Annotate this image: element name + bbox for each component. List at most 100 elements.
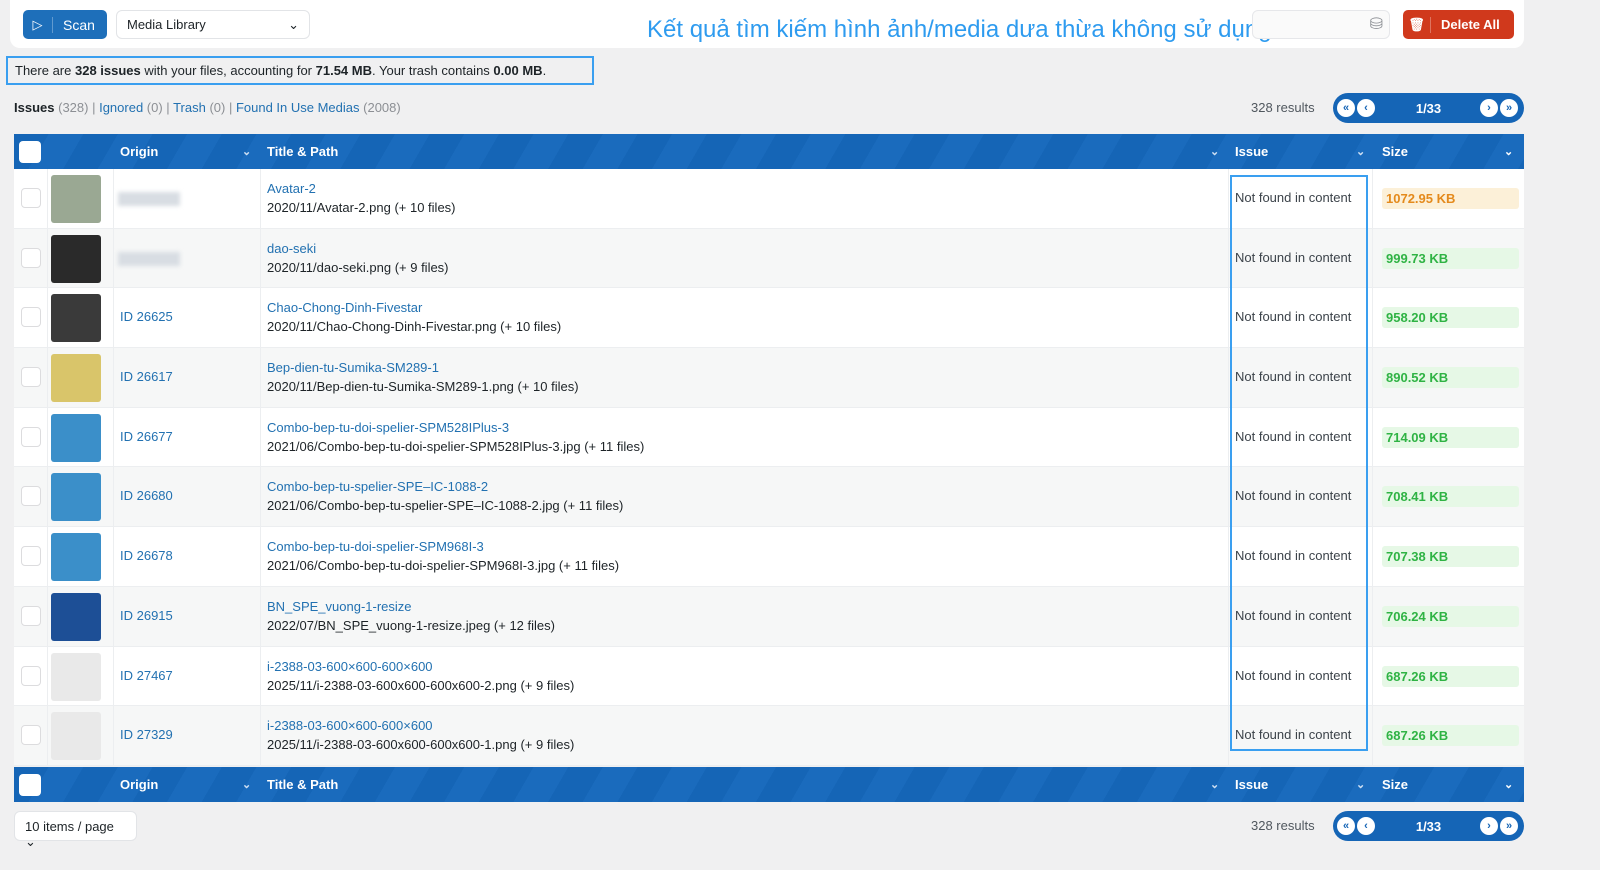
first-page-icon[interactable]: «: [1337, 99, 1355, 117]
media-title-link[interactable]: Combo-bep-tu-doi-spelier-SPM968I-3: [267, 539, 484, 554]
media-title-link[interactable]: Combo-bep-tu-spelier-SPE–IC-1088-2: [267, 479, 488, 494]
media-title-link[interactable]: i-2388-03-600×600-600×600: [267, 659, 433, 674]
tab-ignored[interactable]: Ignored: [99, 100, 143, 115]
prev-page-icon[interactable]: ‹: [1357, 817, 1375, 835]
first-page-icon[interactable]: «: [1337, 817, 1355, 835]
row-checkbox[interactable]: [21, 247, 41, 268]
scan-button[interactable]: ▷ Scan: [23, 10, 107, 39]
size-badge: 687.26 KB: [1382, 725, 1519, 747]
media-thumbnail[interactable]: [51, 294, 101, 343]
chevron-down-icon[interactable]: ⌄: [242, 145, 251, 158]
size-badge: 687.26 KB: [1382, 665, 1519, 687]
origin-link[interactable]: ID 26677: [120, 429, 173, 444]
chevron-down-icon: ⌄: [288, 16, 299, 32]
filter-tabs: Issues (328) | Ignored (0) | Trash (0) |…: [14, 100, 401, 115]
last-page-icon[interactable]: »: [1500, 817, 1518, 835]
chevron-down-icon[interactable]: ⌄: [1356, 145, 1365, 158]
media-path: 2020/11/Chao-Chong-Dinh-Fivestar.png (+ …: [267, 319, 562, 335]
search-input[interactable]: ⛁: [1252, 10, 1390, 39]
origin-link[interactable]: ID 26915: [120, 608, 173, 623]
column-title[interactable]: Title & Path: [267, 144, 338, 159]
column-size[interactable]: Size: [1382, 777, 1408, 792]
row-checkbox[interactable]: [21, 426, 41, 447]
results-count: 328 results: [1251, 100, 1315, 115]
media-thumbnail[interactable]: [51, 413, 101, 462]
tab-trash[interactable]: Trash: [173, 100, 206, 115]
select-all-checkbox[interactable]: [19, 773, 41, 796]
chevron-down-icon[interactable]: ⌄: [1210, 145, 1219, 158]
origin-link[interactable]: ID 26678: [120, 548, 173, 563]
origin-link[interactable]: ID 26617: [120, 369, 173, 384]
media-title-link[interactable]: Chao-Chong-Dinh-Fivestar: [267, 300, 422, 315]
size-badge: 890.52 KB: [1382, 367, 1519, 389]
chevron-down-icon[interactable]: ⌄: [242, 778, 251, 791]
row-checkbox[interactable]: [21, 367, 41, 388]
play-icon: ▷: [23, 16, 53, 33]
delete-all-button[interactable]: 🗑 Delete All: [1403, 10, 1514, 39]
media-path: 2021/06/Combo-bep-tu-doi-spelier-SPM968I…: [267, 558, 620, 574]
size-badge: 707.38 KB: [1382, 546, 1519, 568]
column-origin[interactable]: Origin: [120, 144, 158, 159]
size-badge: 714.09 KB: [1382, 426, 1519, 448]
media-thumbnail[interactable]: [51, 175, 101, 223]
tab-found-in-use[interactable]: Found In Use Medias: [236, 100, 360, 115]
media-thumbnail[interactable]: [51, 533, 101, 582]
size-badge: 706.24 KB: [1382, 605, 1519, 627]
column-size[interactable]: Size: [1382, 144, 1408, 159]
media-title-link[interactable]: BN_SPE_vuong-1-resize: [267, 599, 412, 614]
row-checkbox[interactable]: [21, 188, 41, 208]
media-thumbnail[interactable]: [51, 652, 101, 701]
size-badge: 999.73 KB: [1382, 247, 1519, 269]
row-checkbox[interactable]: [21, 486, 41, 507]
media-title-link[interactable]: i-2388-03-600×600-600×600: [267, 718, 433, 733]
media-title-link[interactable]: dao-seki: [267, 241, 316, 256]
column-issue[interactable]: Issue: [1235, 777, 1268, 792]
media-thumbnail[interactable]: [51, 354, 101, 403]
source-select[interactable]: Media Library ⌄: [116, 10, 310, 39]
column-issue[interactable]: Issue: [1235, 144, 1268, 159]
origin-blurred: [118, 192, 180, 206]
row-checkbox[interactable]: [21, 546, 41, 567]
origin-link[interactable]: ID 27329: [120, 727, 173, 742]
tab-issues[interactable]: Issues: [14, 100, 54, 115]
table-footer: Origin ⌄ Title & Path ⌄ Issue ⌄ Size ⌄: [14, 767, 1524, 802]
issue-column-highlight: [1230, 175, 1368, 751]
chevron-down-icon[interactable]: ⌄: [1504, 145, 1513, 158]
row-checkbox[interactable]: [21, 665, 41, 686]
chevron-down-icon[interactable]: ⌄: [1210, 778, 1219, 791]
trash-icon: 🗑: [1403, 16, 1431, 33]
row-checkbox[interactable]: [21, 605, 41, 626]
column-title[interactable]: Title & Path: [267, 777, 338, 792]
origin-link[interactable]: ID 26680: [120, 488, 173, 503]
items-per-page-select[interactable]: 10 items / page ⌄: [14, 811, 137, 849]
column-origin[interactable]: Origin: [120, 777, 158, 792]
annotation-text: Kết quả tìm kiếm hình ảnh/media dưa thừa…: [647, 16, 1272, 43]
media-thumbnail[interactable]: [51, 592, 101, 641]
select-all-checkbox[interactable]: [19, 140, 41, 163]
media-thumbnail[interactable]: [51, 712, 101, 761]
origin-link[interactable]: ID 27467: [120, 668, 173, 683]
last-page-icon[interactable]: »: [1500, 99, 1518, 117]
media-title-link[interactable]: Combo-bep-tu-doi-spelier-SPM528IPlus-3: [267, 420, 509, 435]
origin-blurred: [118, 251, 180, 266]
next-page-icon[interactable]: ›: [1480, 99, 1498, 117]
media-title-link[interactable]: Bep-dien-tu-Sumika-SM289-1: [267, 360, 439, 375]
row-checkbox[interactable]: [21, 307, 41, 328]
size-badge: 1072.95 KB: [1382, 188, 1519, 209]
row-checkbox[interactable]: [21, 725, 41, 746]
prev-page-icon[interactable]: ‹: [1357, 99, 1375, 117]
next-page-icon[interactable]: ›: [1480, 817, 1498, 835]
chevron-down-icon[interactable]: ⌄: [1356, 778, 1365, 791]
chevron-down-icon[interactable]: ⌄: [1504, 778, 1513, 791]
media-title-link[interactable]: Avatar-2: [267, 181, 316, 196]
media-thumbnail[interactable]: [51, 473, 101, 522]
media-path: 2021/06/Combo-bep-tu-doi-spelier-SPM528I…: [267, 438, 645, 454]
media-path: 2020/11/Avatar-2.png (+ 10 files): [267, 200, 456, 215]
media-thumbnail[interactable]: [51, 234, 101, 283]
issues-summary: There are 328 issues with your files, ac…: [6, 56, 594, 85]
page-indicator: 1/33: [1415, 818, 1442, 834]
results-count: 328 results: [1251, 818, 1315, 833]
media-path: 2020/11/dao-seki.png (+ 9 files): [267, 259, 449, 275]
table-header: Origin ⌄ Title & Path ⌄ Issue ⌄ Size ⌄: [14, 134, 1524, 169]
origin-link[interactable]: ID 26625: [120, 309, 173, 324]
